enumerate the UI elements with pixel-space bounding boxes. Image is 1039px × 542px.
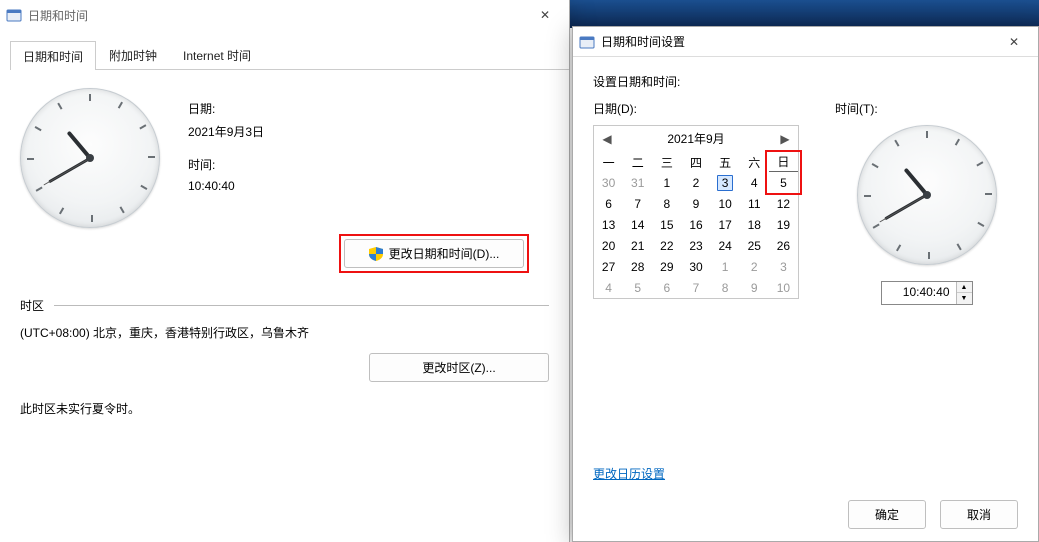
spinner-down-icon[interactable]: ▼ bbox=[957, 293, 972, 304]
weekday-header: 日 bbox=[769, 151, 798, 172]
desktop-background bbox=[570, 0, 1039, 28]
tab-datetime[interactable]: 日期和时间 bbox=[10, 41, 96, 70]
window-title: 日期和时间设置 bbox=[601, 33, 990, 50]
calendar-day[interactable]: 27 bbox=[594, 256, 623, 277]
divider bbox=[54, 305, 549, 306]
prev-month-button[interactable]: ◀ bbox=[600, 132, 614, 146]
calendar-day[interactable]: 4 bbox=[740, 172, 769, 193]
tab-internet-time[interactable]: Internet 时间 bbox=[170, 40, 264, 69]
datetime-icon bbox=[579, 34, 595, 50]
weekday-header: 二 bbox=[623, 151, 652, 172]
calendar-day[interactable]: 10 bbox=[769, 277, 798, 298]
calendar-day[interactable]: 2 bbox=[681, 172, 710, 193]
calendar-day[interactable]: 16 bbox=[681, 214, 710, 235]
calendar-day[interactable]: 21 bbox=[623, 235, 652, 256]
ok-button[interactable]: 确定 bbox=[848, 500, 926, 529]
spinner-up-icon[interactable]: ▲ bbox=[957, 282, 972, 293]
calendar-month-label[interactable]: 2021年9月 bbox=[667, 130, 724, 147]
calendar-day[interactable]: 9 bbox=[681, 193, 710, 214]
shield-icon bbox=[369, 247, 383, 261]
date-col-label: 日期(D): bbox=[593, 100, 799, 117]
time-value: 10:40:40 bbox=[188, 179, 388, 193]
analog-clock bbox=[857, 125, 997, 265]
weekday-header: 三 bbox=[652, 151, 681, 172]
calendar-day[interactable]: 5 bbox=[623, 277, 652, 298]
calendar-day[interactable]: 20 bbox=[594, 235, 623, 256]
calendar-day[interactable]: 22 bbox=[652, 235, 681, 256]
calendar-day[interactable]: 5 bbox=[769, 172, 798, 193]
next-month-button[interactable]: ▶ bbox=[778, 132, 792, 146]
datetime-icon bbox=[6, 7, 22, 23]
time-label: 时间: bbox=[188, 156, 388, 173]
timezone-value: (UTC+08:00) 北京，重庆，香港特别行政区，乌鲁木齐 bbox=[20, 324, 549, 341]
weekday-header: 五 bbox=[711, 151, 740, 172]
close-icon[interactable]: ✕ bbox=[527, 2, 563, 28]
tab-strip: 日期和时间 附加时钟 Internet 时间 bbox=[10, 40, 569, 70]
change-datetime-button[interactable]: 更改日期和时间(D)... bbox=[344, 239, 524, 268]
calendar-day[interactable]: 30 bbox=[594, 172, 623, 193]
calendar-day[interactable]: 15 bbox=[652, 214, 681, 235]
change-timezone-label: 更改时区(Z)... bbox=[422, 359, 495, 376]
analog-clock bbox=[20, 88, 160, 228]
calendar-day[interactable]: 23 bbox=[681, 235, 710, 256]
cancel-button[interactable]: 取消 bbox=[940, 500, 1018, 529]
calendar-day[interactable]: 17 bbox=[711, 214, 740, 235]
calendar-day[interactable]: 2 bbox=[740, 256, 769, 277]
calendar-day[interactable]: 9 bbox=[740, 277, 769, 298]
calendar-day[interactable]: 1 bbox=[652, 172, 681, 193]
time-spinner-value[interactable]: 10:40:40 bbox=[882, 282, 956, 304]
calendar-day[interactable]: 25 bbox=[740, 235, 769, 256]
calendar-day[interactable]: 4 bbox=[594, 277, 623, 298]
tab-panel-datetime: 日期: 2021年9月3日 时间: 10:40:40 更改日期和时间(D)... bbox=[0, 70, 569, 287]
calendar-day[interactable]: 29 bbox=[652, 256, 681, 277]
timezone-heading: 时区 bbox=[20, 297, 44, 314]
dst-info: 此时区未实行夏令时。 bbox=[20, 400, 549, 417]
calendar-day[interactable]: 28 bbox=[623, 256, 652, 277]
highlight-box: 更改日期和时间(D)... bbox=[339, 234, 529, 273]
date-time-settings-window: 日期和时间设置 ✕ 设置日期和时间: 日期(D): ◀ 2021年9月 ▶ 一二… bbox=[572, 26, 1039, 542]
calendar-day[interactable]: 31 bbox=[623, 172, 652, 193]
titlebar[interactable]: 日期和时间 ✕ bbox=[0, 0, 569, 30]
change-timezone-button[interactable]: 更改时区(Z)... bbox=[369, 353, 549, 382]
calendar-day[interactable]: 6 bbox=[594, 193, 623, 214]
calendar-day[interactable]: 30 bbox=[681, 256, 710, 277]
window-title: 日期和时间 bbox=[28, 7, 521, 24]
calendar-day[interactable]: 13 bbox=[594, 214, 623, 235]
calendar-day[interactable]: 8 bbox=[711, 277, 740, 298]
calendar: ◀ 2021年9月 ▶ 一二三四五六日303112345678910111213… bbox=[593, 125, 799, 299]
change-datetime-label: 更改日期和时间(D)... bbox=[389, 245, 500, 262]
calendar-day[interactable]: 7 bbox=[623, 193, 652, 214]
calendar-day[interactable]: 7 bbox=[681, 277, 710, 298]
weekday-header: 六 bbox=[740, 151, 769, 172]
calendar-day[interactable]: 18 bbox=[740, 214, 769, 235]
time-col-label: 时间(T): bbox=[835, 100, 1018, 117]
settings-heading: 设置日期和时间: bbox=[593, 73, 1018, 90]
weekday-header: 一 bbox=[594, 151, 623, 172]
calendar-day[interactable]: 3 bbox=[769, 256, 798, 277]
titlebar[interactable]: 日期和时间设置 ✕ bbox=[573, 27, 1038, 57]
tab-additional-clocks[interactable]: 附加时钟 bbox=[96, 40, 170, 69]
calendar-day[interactable]: 19 bbox=[769, 214, 798, 235]
calendar-day[interactable]: 14 bbox=[623, 214, 652, 235]
calendar-day[interactable]: 12 bbox=[769, 193, 798, 214]
calendar-day[interactable]: 3 bbox=[711, 172, 740, 193]
calendar-day[interactable]: 6 bbox=[652, 277, 681, 298]
time-spinner[interactable]: 10:40:40 ▲ ▼ bbox=[881, 281, 973, 305]
change-calendar-link[interactable]: 更改日历设置 bbox=[593, 465, 1018, 482]
close-icon[interactable]: ✕ bbox=[996, 29, 1032, 55]
calendar-day[interactable]: 1 bbox=[711, 256, 740, 277]
date-value: 2021年9月3日 bbox=[188, 123, 388, 140]
calendar-day[interactable]: 10 bbox=[711, 193, 740, 214]
weekday-header: 四 bbox=[681, 151, 710, 172]
calendar-day[interactable]: 24 bbox=[711, 235, 740, 256]
date-label: 日期: bbox=[188, 100, 388, 117]
calendar-day[interactable]: 26 bbox=[769, 235, 798, 256]
calendar-day[interactable]: 8 bbox=[652, 193, 681, 214]
calendar-day[interactable]: 11 bbox=[740, 193, 769, 214]
date-time-window: 日期和时间 ✕ 日期和时间 附加时钟 Internet 时间 日期: 2021年… bbox=[0, 0, 570, 542]
